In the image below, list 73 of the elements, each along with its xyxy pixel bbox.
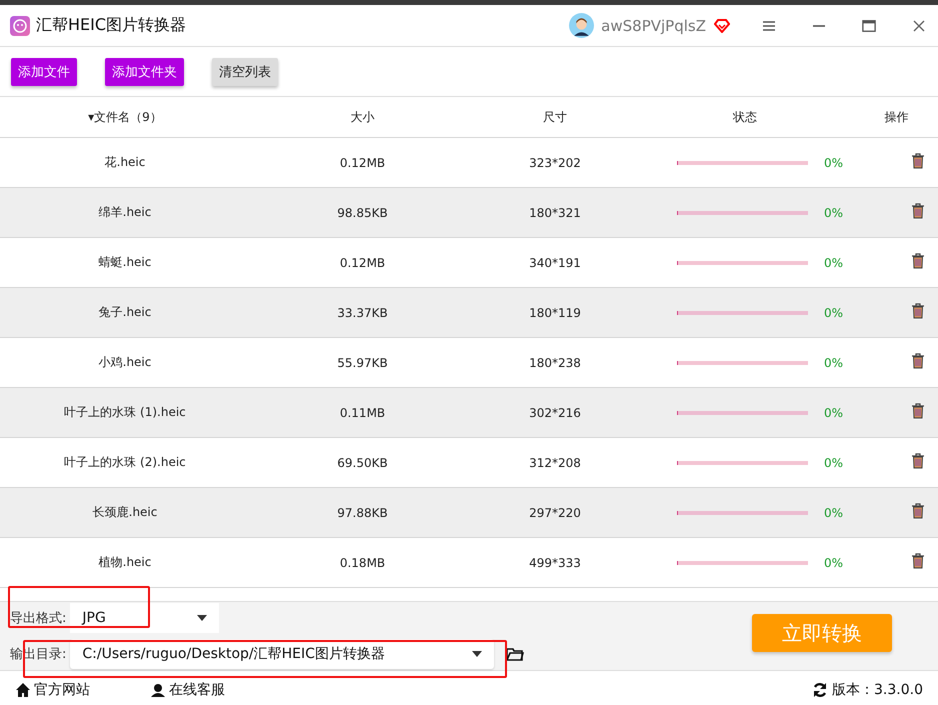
file-size: 97.88KB [337,506,388,520]
image-dimensions: 297*220 [529,506,581,520]
progress-percent: 0% [824,556,844,570]
trash-icon[interactable] [910,153,924,169]
username[interactable]: awS8PVjPqlsZ [601,16,706,34]
format-label: 导出格式: [10,610,66,627]
progress-percent: 0% [824,156,844,170]
column-header: 操作 [884,110,908,124]
column-header: 状态 [733,110,757,124]
progress-percent: 0% [824,356,844,370]
menu-icon[interactable] [762,18,776,32]
image-dimensions: 340*191 [529,256,581,270]
folder-icon[interactable] [506,647,524,661]
file-name: 植物.heic [98,555,152,569]
file-size: 55.97KB [337,356,388,370]
image-dimensions: 180*119 [529,306,581,320]
file-size: 33.37KB [337,306,388,320]
refresh-icon[interactable] [812,682,828,698]
image-dimensions: 302*216 [529,406,581,420]
file-size: 0.11MB [340,406,386,420]
file-name: 兔子.heic [98,305,152,319]
toolbar-button[interactable]: 清空列表 [212,58,278,86]
avatar-icon[interactable] [569,13,594,38]
trash-icon[interactable] [910,503,924,519]
image-dimensions: 180*321 [529,206,581,220]
toolbar-button[interactable]: 添加文件夹 [105,58,184,86]
file-size: 0.18MB [340,556,386,570]
customer-service-link[interactable]: 在线客服 [150,680,225,698]
output-dir-dropdown[interactable]: C:/Users/ruguo/Desktop/汇帮HEIC图片转换器 [70,639,494,669]
file-size: 0.12MB [340,256,386,270]
image-dimensions: 323*202 [529,156,581,170]
person-icon[interactable] [150,682,166,698]
image-dimensions: 312*208 [529,456,581,470]
progress-percent: 0% [824,506,844,520]
progress-percent: 0% [824,206,844,220]
column-header: 尺寸 [543,110,567,124]
version-label: 版本：3.3.0.0 [832,680,923,698]
trash-icon[interactable] [910,553,924,569]
format-dropdown[interactable]: JPG [70,603,220,633]
trash-icon[interactable] [910,353,924,369]
file-name: 长颈鹿.heic [92,505,158,519]
progress-percent: 0% [824,456,844,470]
image-dimensions: 180*238 [529,356,581,370]
progress-percent: 0% [824,406,844,420]
window-title: 汇帮HEIC图片转换器 [36,15,186,36]
caret-icon[interactable] [472,651,482,657]
file-name: 蜻蜓.heic [98,255,152,269]
file-size: 0.12MB [340,156,386,170]
caret-icon[interactable] [197,615,208,621]
close-icon[interactable] [912,18,926,32]
website-link[interactable]: 官方网站 [15,680,90,698]
maximize-icon[interactable] [862,18,876,32]
file-name: 小鸡.heic [98,355,152,369]
trash-icon[interactable] [910,303,924,319]
image-dimensions: 499*333 [529,556,581,570]
trash-icon[interactable] [910,203,924,219]
column-header: 大小 [350,110,374,124]
app-logo-icon [10,16,30,36]
file-size: 69.50KB [337,456,388,470]
trash-icon[interactable] [910,453,924,469]
toolbar-button[interactable]: 添加文件 [11,58,77,86]
diamond-icon[interactable] [714,18,730,32]
progress-percent: 0% [824,256,844,270]
progress-percent: 0% [824,306,844,320]
file-name: 叶子上的水珠 (2).heic [64,455,186,469]
file-name: 花.heic [104,155,146,169]
file-name: 叶子上的水珠 (1).heic [64,405,186,419]
trash-icon[interactable] [910,403,924,419]
home-icon[interactable] [15,682,31,698]
trash-icon[interactable] [910,253,924,269]
column-header[interactable]: ▾文件名（9） [88,110,162,124]
file-name: 绵羊.heic [98,205,152,219]
file-size: 98.85KB [337,206,388,220]
